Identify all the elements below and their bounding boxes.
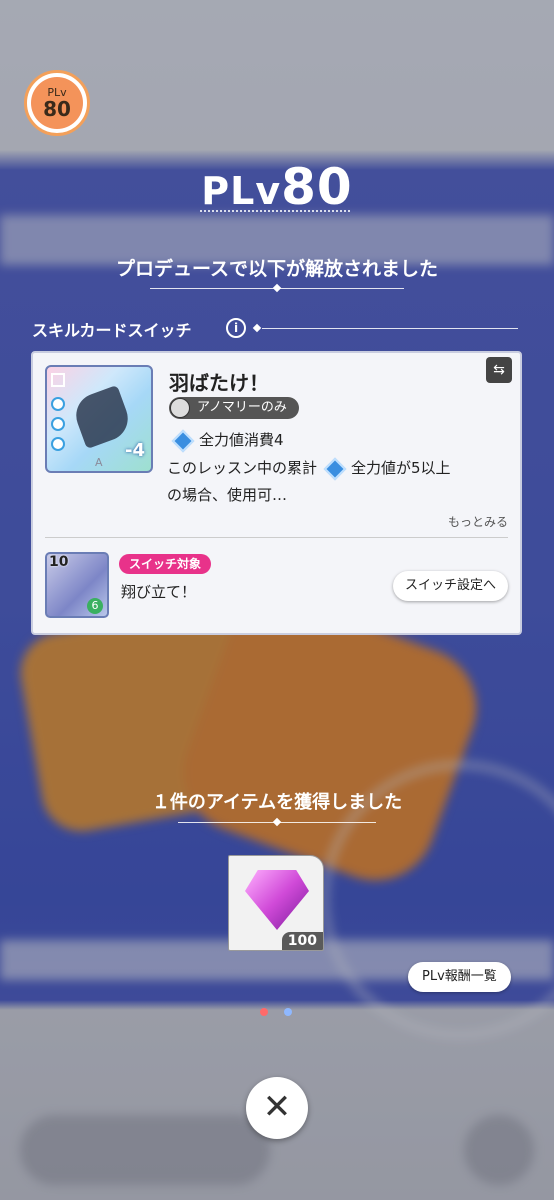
more-link[interactable]: もっとみる xyxy=(448,513,508,530)
item-count: 100 xyxy=(281,932,323,950)
page-dot-active xyxy=(260,1008,268,1016)
card-type-icon xyxy=(51,373,65,387)
section-divider xyxy=(262,328,518,329)
anomaly-icon xyxy=(170,398,190,418)
section-label: スキルカードスイッチ xyxy=(32,321,192,340)
swap-icon[interactable]: ⇆ xyxy=(486,357,512,383)
effect-icon xyxy=(51,417,65,431)
badge-value: 80 xyxy=(43,96,71,121)
skill-card-panel: -4 A ⇆ 羽ばたけ！ アノマリーのみ 全力値消費4 このレッスン中の累計 全力… xyxy=(31,351,522,635)
card-cost-line: 全力値消費4 xyxy=(171,429,284,452)
switch-settings-button[interactable]: スイッチ設定へ xyxy=(392,571,508,601)
effect-icon xyxy=(51,437,65,451)
full-power-gem-icon xyxy=(323,457,347,480)
level-up-prefix: PLv xyxy=(201,169,282,213)
jewel-icon xyxy=(245,870,309,930)
level-up-value: 80 xyxy=(281,158,353,216)
skill-card-image[interactable]: -4 A xyxy=(45,365,153,473)
condition-tag-label: アノマリーのみ xyxy=(197,400,287,415)
cost-text: 全力値消費4 xyxy=(199,431,284,449)
switch-card-name: 翔び立て！ xyxy=(121,583,197,601)
switch-card-cost: 6 xyxy=(87,598,103,614)
desc-text-b: 全力値が5以上 xyxy=(351,459,451,477)
condition-tag: アノマリーのみ xyxy=(169,397,299,419)
card-name: 羽ばたけ！ xyxy=(169,371,269,395)
level-up-title: PLv80 xyxy=(0,158,554,216)
player-level-badge: PLv 80 xyxy=(24,70,90,136)
title-underline xyxy=(200,210,350,216)
desc-text: このレッスン中の累計 xyxy=(167,459,318,477)
reward-item[interactable]: 100 xyxy=(228,855,324,951)
plv-rewards-list-button[interactable]: PLv報酬一覧 xyxy=(408,962,511,992)
card-desc-line: このレッスン中の累計 全力値が5以上 xyxy=(167,457,451,480)
switch-card-level: 10 xyxy=(49,554,69,570)
reward-heading: １件のアイテムを獲得しました xyxy=(151,792,403,813)
badge-label: PLv xyxy=(47,85,67,99)
card-separator xyxy=(45,537,508,538)
close-button[interactable]: ✕ xyxy=(246,1077,308,1139)
switch-card-image[interactable]: 10 6 xyxy=(45,552,109,618)
page-dot xyxy=(284,1008,292,1016)
info-icon[interactable]: i xyxy=(226,318,246,338)
card-rarity: A xyxy=(95,456,103,469)
card-cost: -4 xyxy=(125,440,145,461)
effect-icon xyxy=(51,397,65,411)
switch-target-tag: スイッチ対象 xyxy=(119,554,212,574)
card-desc-line2: の場合、使用可… xyxy=(167,486,288,504)
full-power-gem-icon xyxy=(171,429,195,452)
unlock-heading: プロデュースで以下が解放されました xyxy=(115,258,439,280)
